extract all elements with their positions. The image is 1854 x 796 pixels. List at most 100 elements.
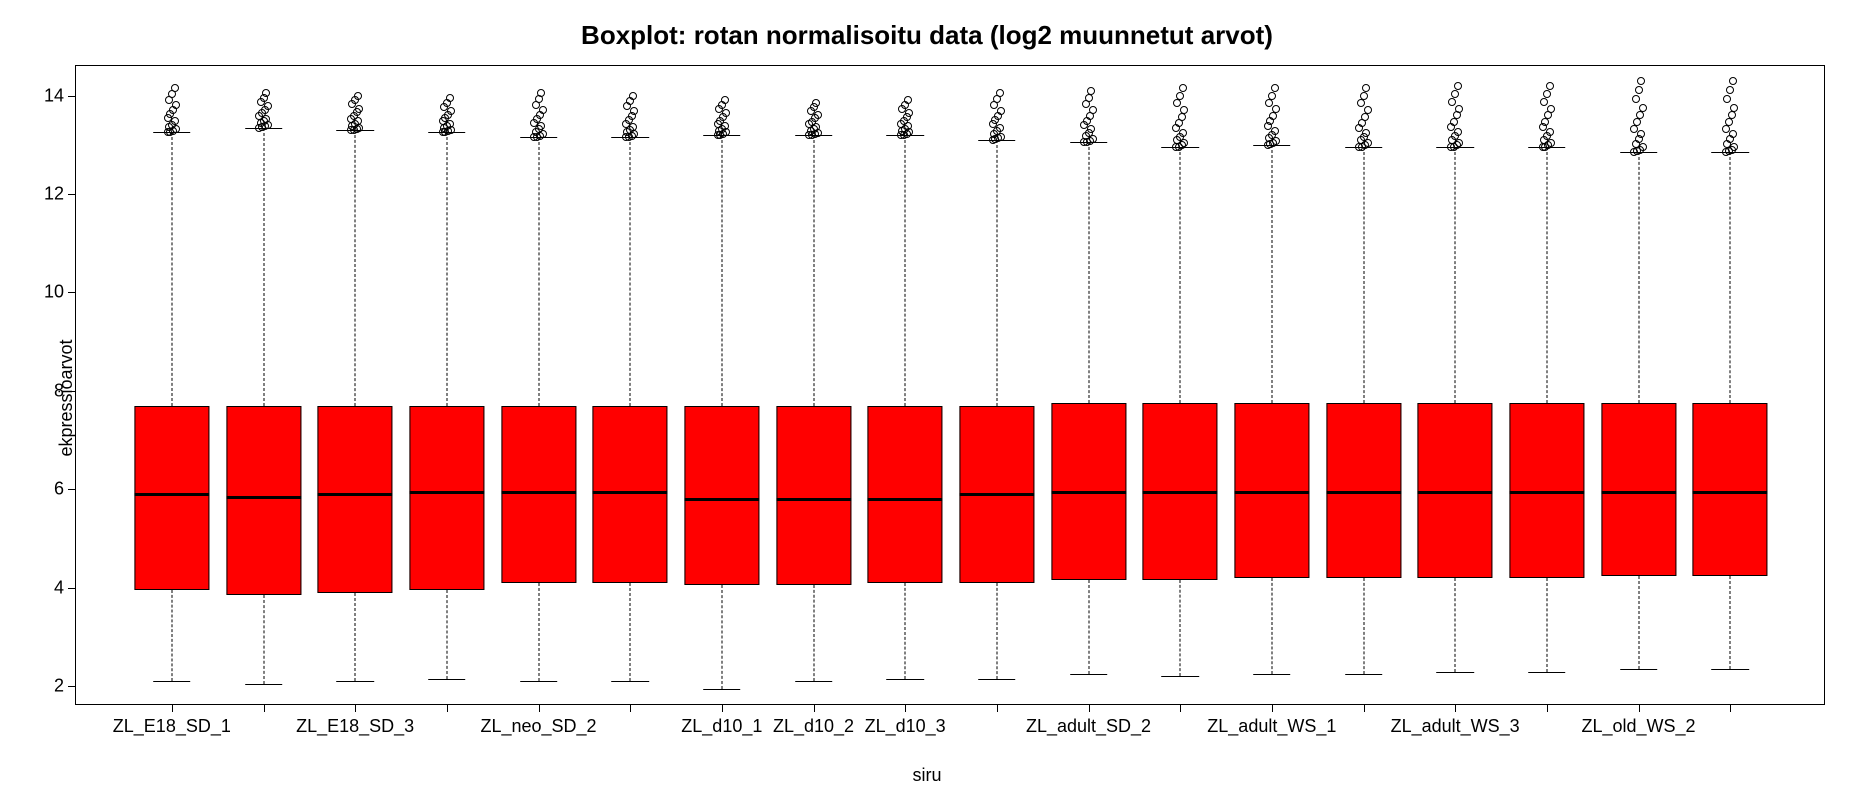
x-tick-label: ZL_d10_1 bbox=[681, 716, 762, 737]
outlier-point bbox=[629, 92, 637, 100]
outlier-point bbox=[1723, 95, 1731, 103]
whisker-cap-lower bbox=[1070, 674, 1108, 675]
y-tick bbox=[68, 489, 76, 490]
outlier-point bbox=[1543, 90, 1551, 98]
x-tick bbox=[814, 704, 815, 712]
whisker-upper bbox=[1638, 152, 1639, 403]
outlier-point bbox=[1087, 125, 1095, 133]
outlier-point bbox=[1639, 104, 1647, 112]
median-line bbox=[1601, 491, 1676, 494]
outlier-point bbox=[1272, 105, 1280, 113]
outlier-point bbox=[1180, 106, 1188, 114]
whisker-lower bbox=[1363, 578, 1364, 674]
whisker-lower bbox=[355, 593, 356, 682]
whisker-cap-lower bbox=[1436, 672, 1474, 673]
whisker-cap-lower bbox=[978, 679, 1016, 680]
outlier-point bbox=[1360, 92, 1368, 100]
x-tick-label: ZL_neo_SD_2 bbox=[480, 716, 596, 737]
outlier-point bbox=[996, 124, 1004, 132]
whisker-cap-lower bbox=[520, 681, 558, 682]
outlier-point bbox=[537, 89, 545, 97]
whisker-lower bbox=[905, 583, 906, 679]
x-tick bbox=[1455, 704, 1456, 712]
whisker-lower bbox=[1638, 576, 1639, 670]
whisker-lower bbox=[171, 590, 172, 681]
x-tick bbox=[539, 704, 540, 712]
box-rect bbox=[1601, 403, 1676, 575]
x-tick bbox=[1180, 704, 1181, 712]
median-line bbox=[868, 498, 943, 501]
outlier-point bbox=[1637, 130, 1645, 138]
chart-container: Boxplot: rotan normalisoitu data (log2 m… bbox=[0, 0, 1854, 796]
whisker-cap-lower bbox=[1620, 669, 1658, 670]
outlier-point bbox=[447, 107, 455, 115]
outlier-point bbox=[1636, 111, 1644, 119]
x-tick-label: ZL_adult_WS_3 bbox=[1391, 716, 1520, 737]
outlier-point bbox=[1547, 105, 1555, 113]
outlier-point bbox=[537, 122, 545, 130]
whisker-upper bbox=[905, 135, 906, 406]
x-tick-label: ZL_E18_SD_3 bbox=[296, 716, 414, 737]
outlier-point bbox=[171, 117, 179, 125]
outlier-point bbox=[1725, 118, 1733, 126]
box-rect bbox=[226, 406, 301, 596]
x-tick bbox=[905, 704, 906, 712]
whisker-upper bbox=[1455, 147, 1456, 403]
x-tick-label: ZL_d10_2 bbox=[773, 716, 854, 737]
outlier-point bbox=[722, 109, 730, 117]
whisker-lower bbox=[996, 583, 997, 679]
outlier-point bbox=[1271, 84, 1279, 92]
median-line bbox=[1143, 491, 1218, 494]
y-tick-label: 2 bbox=[24, 676, 64, 697]
whisker-lower bbox=[1180, 580, 1181, 676]
median-line bbox=[959, 493, 1034, 496]
outlier-point bbox=[1085, 94, 1093, 102]
x-tick-label: ZL_d10_3 bbox=[865, 716, 946, 737]
median-line bbox=[684, 498, 759, 501]
x-tick bbox=[1547, 704, 1548, 712]
whisker-cap-lower bbox=[703, 689, 741, 690]
outlier-point bbox=[1179, 84, 1187, 92]
y-tick-label: 12 bbox=[24, 184, 64, 205]
y-tick bbox=[68, 588, 76, 589]
x-tick bbox=[172, 704, 173, 712]
x-tick bbox=[1639, 704, 1640, 712]
x-tick bbox=[447, 704, 448, 712]
outlier-point bbox=[1454, 82, 1462, 90]
x-tick-label: ZL_adult_SD_2 bbox=[1026, 716, 1151, 737]
whisker-lower bbox=[813, 585, 814, 681]
outlier-point bbox=[1179, 129, 1187, 137]
box-rect bbox=[776, 406, 851, 586]
plot-area: 2468101214ZL_E18_SD_1ZL_E18_SD_3ZL_neo_S… bbox=[76, 66, 1824, 704]
whisker-upper bbox=[263, 128, 264, 406]
median-line bbox=[1051, 491, 1126, 494]
outlier-point bbox=[1635, 86, 1643, 94]
whisker-cap-lower bbox=[611, 681, 649, 682]
box-rect bbox=[409, 406, 484, 591]
median-line bbox=[1509, 491, 1584, 494]
whisker-cap-lower bbox=[428, 679, 466, 680]
outlier-point bbox=[1173, 99, 1181, 107]
whisker-upper bbox=[1088, 142, 1089, 403]
x-tick bbox=[630, 704, 631, 712]
outlier-point bbox=[1728, 111, 1736, 119]
whisker-upper bbox=[355, 130, 356, 406]
whisker-cap-lower bbox=[1253, 674, 1291, 675]
whisker-upper bbox=[1363, 147, 1364, 403]
whisker-lower bbox=[630, 583, 631, 681]
outlier-point bbox=[1455, 105, 1463, 113]
outlier-point bbox=[539, 106, 547, 114]
median-line bbox=[1418, 491, 1493, 494]
whisker-upper bbox=[1271, 145, 1272, 403]
whisker-cap-lower bbox=[336, 681, 374, 682]
box-rect bbox=[134, 406, 209, 591]
median-line bbox=[226, 496, 301, 499]
x-axis-label: siru bbox=[0, 765, 1854, 786]
whisker-upper bbox=[630, 137, 631, 405]
outlier-point bbox=[814, 111, 822, 119]
y-tick-label: 8 bbox=[24, 380, 64, 401]
whisker-lower bbox=[538, 583, 539, 681]
outlier-point bbox=[1448, 98, 1456, 106]
box-rect bbox=[1693, 403, 1768, 575]
outlier-point bbox=[1729, 77, 1737, 85]
